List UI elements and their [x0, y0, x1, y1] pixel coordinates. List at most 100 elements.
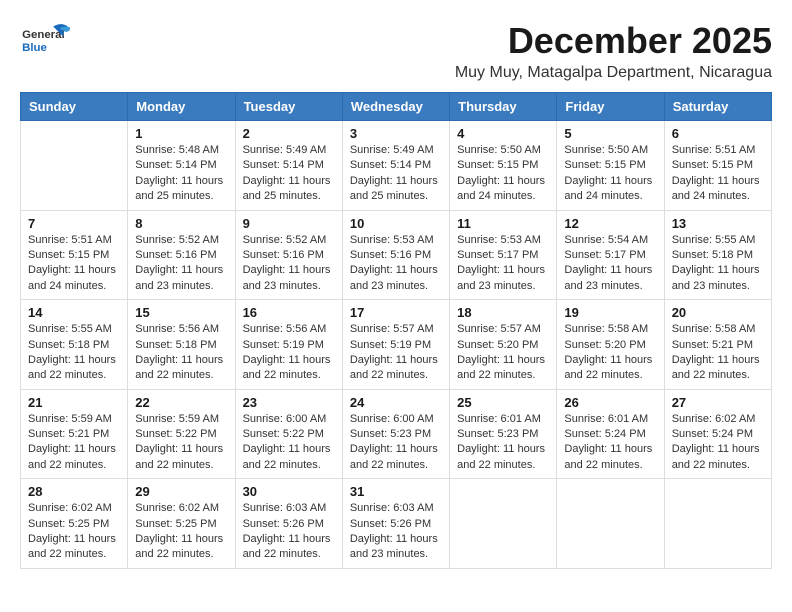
logo-icon: General Blue [20, 20, 70, 65]
day-info: Sunrise: 5:51 AM Sunset: 5:15 PM Dayligh… [672, 143, 764, 205]
calendar-cell: 12 Sunrise: 5:54 AM Sunset: 5:17 PM Dayli… [557, 210, 664, 300]
calendar-cell: 23 Sunrise: 6:00 AM Sunset: 5:22 PM Dayli… [235, 389, 342, 479]
calendar-cell: 24 Sunrise: 6:00 AM Sunset: 5:23 PM Dayli… [342, 389, 449, 479]
day-number: 22 [135, 395, 227, 410]
calendar-cell: 26 Sunrise: 6:01 AM Sunset: 5:24 PM Dayli… [557, 389, 664, 479]
day-info: Sunrise: 5:56 AM Sunset: 5:18 PM Dayligh… [135, 322, 227, 384]
calendar-cell [21, 121, 128, 211]
day-info: Sunrise: 5:59 AM Sunset: 5:21 PM Dayligh… [28, 412, 120, 474]
day-number: 23 [243, 395, 335, 410]
day-number: 28 [28, 484, 120, 499]
day-number: 31 [350, 484, 442, 499]
calendar-cell: 8 Sunrise: 5:52 AM Sunset: 5:16 PM Daylig… [128, 210, 235, 300]
calendar-cell: 16 Sunrise: 5:56 AM Sunset: 5:19 PM Dayli… [235, 300, 342, 390]
calendar-cell: 4Sunrise: 5:50 AM Sunset: 5:15 PM Daylig… [450, 121, 557, 211]
day-info: Sunrise: 5:54 AM Sunset: 5:17 PM Dayligh… [564, 233, 656, 295]
day-number: 29 [135, 484, 227, 499]
day-info: Sunrise: 5:52 AM Sunset: 5:16 PM Dayligh… [243, 233, 335, 295]
calendar-cell: 5 Sunrise: 5:50 AM Sunset: 5:15 PM Daylig… [557, 121, 664, 211]
day-number: 7 [28, 216, 120, 231]
day-number: 16 [243, 305, 335, 320]
day-info: Sunrise: 5:50 AM Sunset: 5:15 PM Dayligh… [457, 143, 549, 205]
day-number: 26 [564, 395, 656, 410]
day-info: Sunrise: 5:50 AM Sunset: 5:15 PM Dayligh… [564, 143, 656, 205]
day-number: 20 [672, 305, 764, 320]
day-number: 30 [243, 484, 335, 499]
day-number: 18 [457, 305, 549, 320]
day-number: 21 [28, 395, 120, 410]
header-monday: Monday [128, 93, 235, 121]
header-friday: Friday [557, 93, 664, 121]
calendar-week-row: 14Sunrise: 5:55 AM Sunset: 5:18 PM Dayli… [21, 300, 772, 390]
calendar-cell: 27Sunrise: 6:02 AM Sunset: 5:24 PM Dayli… [664, 389, 771, 479]
day-number: 5 [564, 126, 656, 141]
day-info: Sunrise: 6:01 AM Sunset: 5:23 PM Dayligh… [457, 412, 549, 474]
day-number: 17 [350, 305, 442, 320]
calendar-cell: 31Sunrise: 6:03 AM Sunset: 5:26 PM Dayli… [342, 479, 449, 569]
day-info: Sunrise: 6:01 AM Sunset: 5:24 PM Dayligh… [564, 412, 656, 474]
calendar-cell: 6Sunrise: 5:51 AM Sunset: 5:15 PM Daylig… [664, 121, 771, 211]
day-number: 9 [243, 216, 335, 231]
calendar-week-row: 21 Sunrise: 5:59 AM Sunset: 5:21 PM Dayli… [21, 389, 772, 479]
header: General Blue December 2025 Muy Muy, Mata… [20, 20, 772, 82]
header-wednesday: Wednesday [342, 93, 449, 121]
day-number: 2 [243, 126, 335, 141]
calendar-table: Sunday Monday Tuesday Wednesday Thursday… [20, 92, 772, 569]
calendar-cell: 13 Sunrise: 5:55 AM Sunset: 5:18 PM Dayli… [664, 210, 771, 300]
day-number: 1 [135, 126, 227, 141]
day-info: Sunrise: 5:57 AM Sunset: 5:20 PM Dayligh… [457, 322, 549, 384]
day-info: Sunrise: 5:51 AM Sunset: 5:15 PM Dayligh… [28, 233, 120, 295]
calendar-cell: 20Sunrise: 5:58 AM Sunset: 5:21 PM Dayli… [664, 300, 771, 390]
calendar-cell [557, 479, 664, 569]
calendar-cell: 1 Sunrise: 5:48 AM Sunset: 5:14 PM Daylig… [128, 121, 235, 211]
day-number: 13 [672, 216, 764, 231]
day-info: Sunrise: 6:02 AM Sunset: 5:24 PM Dayligh… [672, 412, 764, 474]
calendar-cell: 29Sunrise: 6:02 AM Sunset: 5:25 PM Dayli… [128, 479, 235, 569]
day-info: Sunrise: 5:56 AM Sunset: 5:19 PM Dayligh… [243, 322, 335, 384]
day-info: Sunrise: 5:49 AM Sunset: 5:14 PM Dayligh… [243, 143, 335, 205]
header-thursday: Thursday [450, 93, 557, 121]
day-number: 19 [564, 305, 656, 320]
calendar-week-row: 1 Sunrise: 5:48 AM Sunset: 5:14 PM Daylig… [21, 121, 772, 211]
svg-text:Blue: Blue [22, 42, 47, 54]
calendar-cell: 28 Sunrise: 6:02 AM Sunset: 5:25 PM Dayli… [21, 479, 128, 569]
calendar-cell: 2 Sunrise: 5:49 AM Sunset: 5:14 PM Daylig… [235, 121, 342, 211]
day-info: Sunrise: 5:57 AM Sunset: 5:19 PM Dayligh… [350, 322, 442, 384]
day-info: Sunrise: 6:00 AM Sunset: 5:22 PM Dayligh… [243, 412, 335, 474]
calendar-cell: 30 Sunrise: 6:03 AM Sunset: 5:26 PM Dayli… [235, 479, 342, 569]
day-info: Sunrise: 5:55 AM Sunset: 5:18 PM Dayligh… [672, 233, 764, 295]
calendar-cell: 14Sunrise: 5:55 AM Sunset: 5:18 PM Dayli… [21, 300, 128, 390]
logo: General Blue [20, 20, 70, 65]
calendar-week-row: 7 Sunrise: 5:51 AM Sunset: 5:15 PM Daylig… [21, 210, 772, 300]
calendar-cell: 15 Sunrise: 5:56 AM Sunset: 5:18 PM Dayli… [128, 300, 235, 390]
day-number: 10 [350, 216, 442, 231]
day-info: Sunrise: 5:58 AM Sunset: 5:20 PM Dayligh… [564, 322, 656, 384]
calendar-cell: 9 Sunrise: 5:52 AM Sunset: 5:16 PM Daylig… [235, 210, 342, 300]
day-info: Sunrise: 6:03 AM Sunset: 5:26 PM Dayligh… [243, 501, 335, 563]
calendar-subtitle: Muy Muy, Matagalpa Department, Nicaragua [455, 64, 772, 82]
calendar-cell [664, 479, 771, 569]
calendar-header-row: Sunday Monday Tuesday Wednesday Thursday… [21, 93, 772, 121]
day-info: Sunrise: 5:52 AM Sunset: 5:16 PM Dayligh… [135, 233, 227, 295]
calendar-cell: 17 Sunrise: 5:57 AM Sunset: 5:19 PM Dayli… [342, 300, 449, 390]
day-info: Sunrise: 5:48 AM Sunset: 5:14 PM Dayligh… [135, 143, 227, 205]
title-section: December 2025 Muy Muy, Matagalpa Departm… [455, 20, 772, 82]
calendar-cell: 25Sunrise: 6:01 AM Sunset: 5:23 PM Dayli… [450, 389, 557, 479]
day-info: Sunrise: 6:00 AM Sunset: 5:23 PM Dayligh… [350, 412, 442, 474]
calendar-cell: 11Sunrise: 5:53 AM Sunset: 5:17 PM Dayli… [450, 210, 557, 300]
header-sunday: Sunday [21, 93, 128, 121]
page-container: General Blue December 2025 Muy Muy, Mata… [20, 20, 772, 569]
header-saturday: Saturday [664, 93, 771, 121]
day-number: 12 [564, 216, 656, 231]
day-info: Sunrise: 5:53 AM Sunset: 5:17 PM Dayligh… [457, 233, 549, 295]
calendar-cell: 7 Sunrise: 5:51 AM Sunset: 5:15 PM Daylig… [21, 210, 128, 300]
calendar-cell: 22Sunrise: 5:59 AM Sunset: 5:22 PM Dayli… [128, 389, 235, 479]
day-number: 24 [350, 395, 442, 410]
day-info: Sunrise: 5:49 AM Sunset: 5:14 PM Dayligh… [350, 143, 442, 205]
calendar-cell: 19 Sunrise: 5:58 AM Sunset: 5:20 PM Dayli… [557, 300, 664, 390]
calendar-cell: 21 Sunrise: 5:59 AM Sunset: 5:21 PM Dayli… [21, 389, 128, 479]
day-number: 15 [135, 305, 227, 320]
day-number: 8 [135, 216, 227, 231]
day-info: Sunrise: 6:02 AM Sunset: 5:25 PM Dayligh… [28, 501, 120, 563]
calendar-cell [450, 479, 557, 569]
